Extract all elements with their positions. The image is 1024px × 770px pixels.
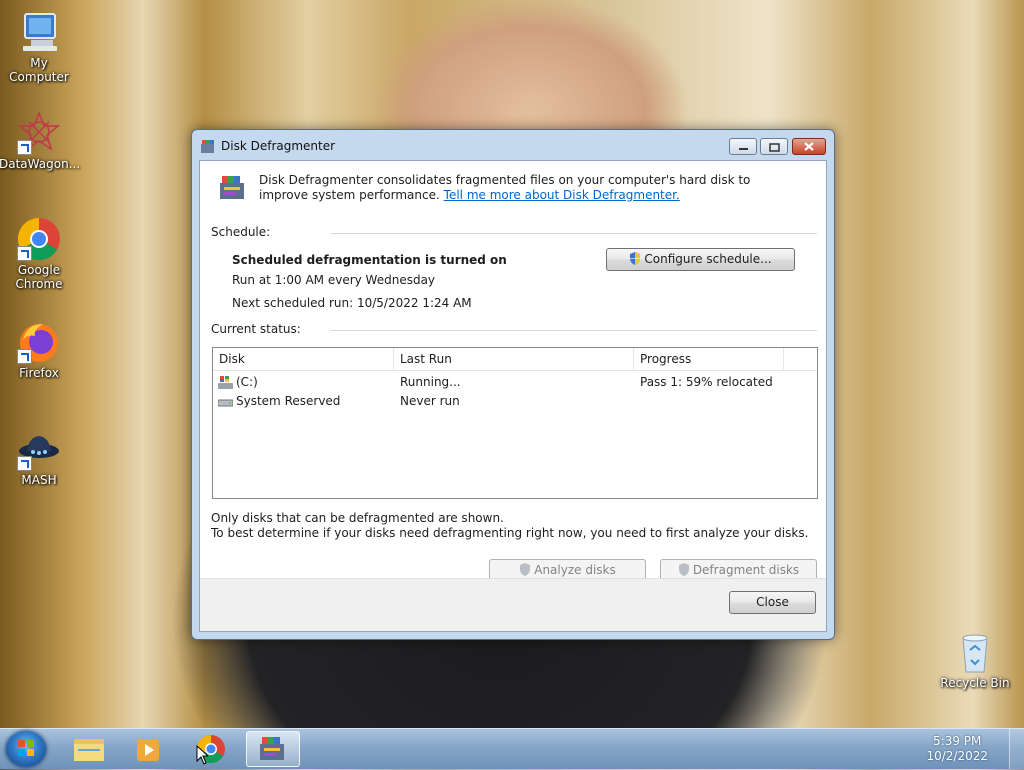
datawagon-icon	[17, 110, 61, 155]
schedule-status: Scheduled defragmentation is turned on	[232, 253, 507, 267]
defragmenter-icon	[260, 737, 284, 760]
windows-logo-icon	[18, 740, 34, 756]
restore-icon	[769, 143, 780, 152]
window-footer: Close	[200, 578, 826, 631]
title-bar[interactable]: Disk Defragmenter	[192, 130, 834, 160]
desktop-icon-firefox[interactable]: Firefox	[0, 320, 79, 380]
table-row[interactable]: System Reserved Never run	[213, 392, 817, 411]
shortcut-arrow-icon	[17, 246, 32, 261]
minimize-button[interactable]	[729, 138, 757, 155]
column-header-disk[interactable]: Disk	[213, 348, 394, 370]
disk-name: System Reserved	[236, 394, 341, 408]
chrome-icon	[17, 217, 61, 261]
window-title: Disk Defragmenter	[221, 139, 336, 153]
chrome-icon	[197, 735, 225, 763]
disk-status-table: Disk Last Run Progress (C:) Running... P…	[212, 347, 818, 499]
learn-more-link[interactable]: Tell me more about Disk Defragmenter.	[444, 188, 680, 202]
system-clock[interactable]: 5:39 PM 10/2/2022	[926, 734, 988, 764]
current-status-divider	[331, 330, 817, 331]
shortcut-arrow-icon	[17, 349, 32, 364]
clock-time: 5:39 PM	[933, 734, 982, 748]
desktop-icon-google-chrome[interactable]: Google Chrome	[0, 217, 79, 291]
window-content: Disk Defragmenter consolidates fragmente…	[199, 160, 827, 632]
clock-date: 10/2/2022	[926, 749, 988, 763]
taskbar-google-chrome[interactable]	[184, 731, 238, 767]
taskbar-windows-explorer[interactable]	[62, 731, 116, 767]
last-run: Never run	[400, 394, 460, 408]
mash-icon	[17, 427, 61, 471]
column-header-progress[interactable]: Progress	[634, 348, 784, 370]
configure-schedule-label: Configure schedule...	[644, 252, 772, 266]
uac-shield-icon	[678, 562, 690, 576]
schedule-next-run: Next scheduled run: 10/5/2022 1:24 AM	[232, 296, 472, 310]
mouse-cursor-icon	[196, 745, 208, 765]
drive-icon	[217, 395, 234, 408]
desktop-icon-label: My Computer	[9, 56, 69, 84]
desktop-icon-my-computer[interactable]: My Computer	[0, 10, 79, 84]
defragmenter-app-icon	[200, 139, 215, 154]
intro-text: Disk Defragmenter consolidates fragmente…	[259, 173, 799, 203]
close-window-button[interactable]	[792, 138, 826, 155]
shortcut-arrow-icon	[17, 140, 32, 155]
last-run: Running...	[400, 375, 461, 389]
recycle-bin-icon	[953, 630, 997, 674]
desktop-icon-label: Google Chrome	[15, 263, 63, 291]
shortcut-arrow-icon	[17, 456, 32, 471]
maximize-button[interactable]	[760, 138, 788, 155]
current-status-section-label: Current status:	[211, 322, 301, 336]
column-header-last-run[interactable]: Last Run	[394, 348, 634, 370]
uac-shield-icon	[519, 562, 531, 576]
defragment-disks-label: Defragment disks	[692, 563, 800, 577]
note-analyze-disks: To best determine if your disks need def…	[211, 526, 809, 540]
progress: Pass 1: 59% relocated	[640, 375, 773, 389]
media-player-icon	[137, 739, 159, 761]
schedule-section-label: Schedule:	[211, 225, 271, 239]
minimize-icon	[739, 148, 748, 150]
table-header: Disk Last Run Progress	[213, 348, 817, 371]
schedule-run-at: Run at 1:00 AM every Wednesday	[232, 273, 436, 287]
table-row[interactable]: (C:) Running... Pass 1: 59% relocated	[213, 373, 817, 392]
disk-name: (C:)	[236, 375, 258, 389]
taskbar-disk-defragmenter[interactable]	[246, 731, 300, 767]
desktop-icon-recycle-bin[interactable]: Recycle Bin	[935, 630, 1015, 690]
folder-icon	[74, 739, 104, 761]
schedule-divider	[331, 233, 817, 234]
desktop-icon-label: Firefox	[19, 366, 59, 380]
desktop-icon-mash[interactable]: MASH	[0, 427, 79, 487]
show-desktop-button[interactable]	[1009, 729, 1024, 769]
start-button[interactable]	[6, 731, 46, 767]
disk-defragmenter-window: Disk Defragmenter Disk Defragmenter cons…	[191, 129, 835, 640]
taskbar: 5:39 PM 10/2/2022	[0, 728, 1024, 769]
windows-drive-icon	[218, 376, 233, 389]
uac-shield-icon	[629, 251, 641, 265]
note-defragmentable-disks: Only disks that can be defragmented are …	[211, 511, 504, 525]
desktop-icon-label: DataWagon...	[0, 157, 81, 171]
close-button[interactable]: Close	[729, 591, 816, 614]
computer-icon	[17, 10, 61, 54]
defragmenter-large-icon	[218, 173, 246, 201]
desktop-icon-label: MASH	[21, 473, 57, 487]
configure-schedule-button[interactable]: Configure schedule...	[606, 248, 795, 271]
close-icon	[804, 142, 814, 151]
desktop-icon-label: Recycle Bin	[940, 676, 1010, 690]
firefox-icon	[17, 320, 61, 364]
taskbar-media-player[interactable]	[122, 731, 176, 767]
desktop-icon-datawagon[interactable]: DataWagon...	[0, 110, 81, 171]
analyze-disks-label: Analyze disks	[534, 563, 616, 577]
